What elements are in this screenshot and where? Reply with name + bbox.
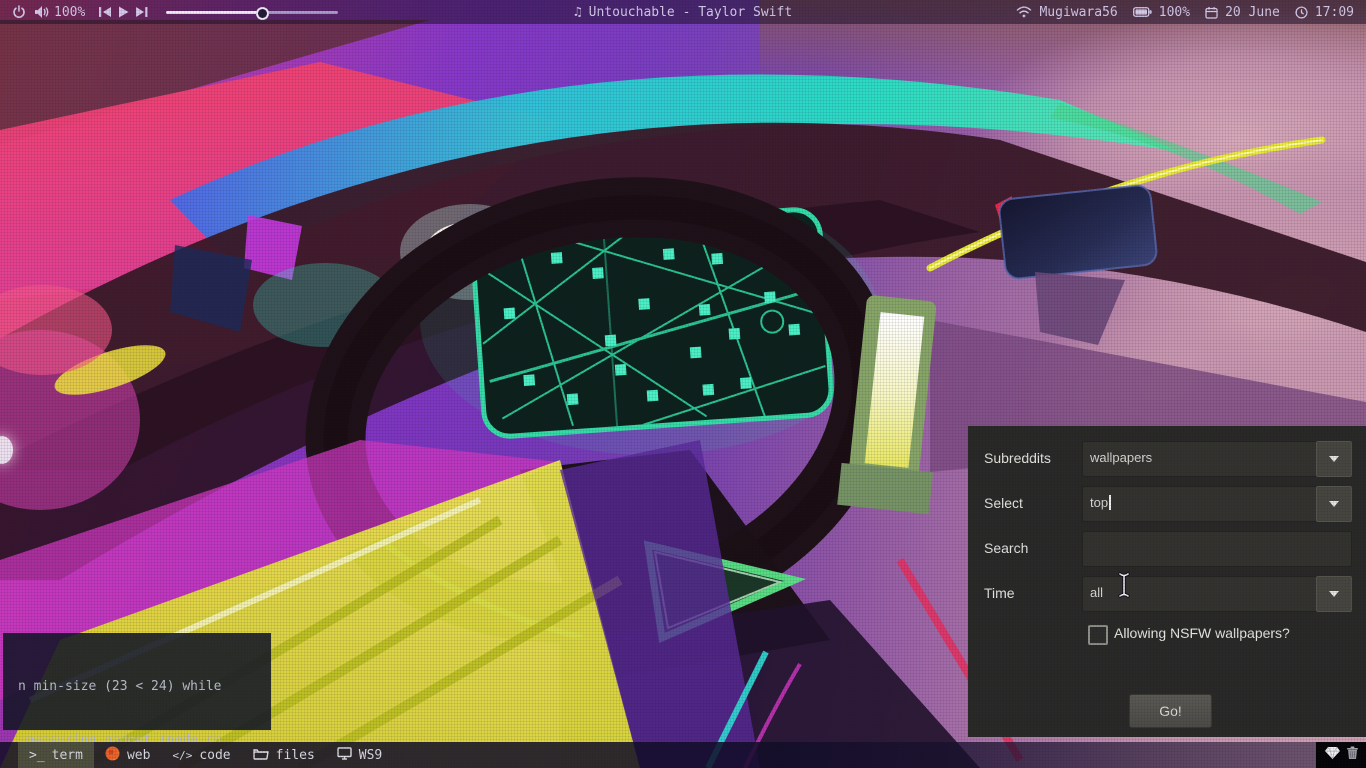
subreddits-dropdown-button[interactable] <box>1316 441 1352 477</box>
taskbar-item-label: WS9 <box>358 747 383 763</box>
search-label: Search <box>984 540 1029 556</box>
battery-icon <box>1132 7 1152 17</box>
taskbar-item-label: files <box>275 747 315 763</box>
now-playing-title: Untouchable - Taylor Swift <box>588 4 793 20</box>
time-value: all <box>1090 585 1104 600</box>
terminal-line: n min-size (23 < 24) while <box>18 679 222 694</box>
taskbar-item-label: term <box>51 747 83 763</box>
clock-icon[interactable] <box>1295 5 1308 19</box>
browser-icon <box>105 746 120 765</box>
terminal-overlay[interactable]: n min-size (23 < 24) while measuring gad… <box>3 633 271 748</box>
code-icon: </> <box>172 748 193 762</box>
monitor-icon <box>337 746 352 764</box>
battery-level: 100% <box>1158 4 1191 20</box>
gem-icon[interactable] <box>1324 746 1341 764</box>
taskbar-item-code[interactable]: </> code <box>161 742 241 768</box>
time-label: 17:09 <box>1314 4 1354 20</box>
subreddits-row: Subreddits wallpapers <box>968 441 1366 477</box>
top-status-bar: 100% ♫ Untouchable - Taylor Swift Mugiwa… <box>0 0 1366 24</box>
subreddits-combobox[interactable]: wallpapers <box>1082 441 1352 477</box>
taskbar-item-web[interactable]: web <box>94 742 161 768</box>
go-button[interactable]: Go! <box>1129 694 1212 728</box>
wifi-ssid: Mugiwara56 <box>1039 4 1118 20</box>
wifi-icon[interactable] <box>1016 6 1032 18</box>
nsfw-checkbox[interactable] <box>1088 625 1108 645</box>
taskbar: >_ term web </> code files WS9 <box>0 742 1366 768</box>
select-value: top <box>1090 495 1111 510</box>
search-input[interactable] <box>1082 531 1352 567</box>
chevron-down-icon <box>1329 501 1339 507</box>
terminal-prompt-icon: >_ <box>29 747 45 763</box>
subreddits-label: Subreddits <box>984 450 1051 466</box>
subreddits-value: wallpapers <box>1090 450 1153 465</box>
chevron-down-icon <box>1329 591 1339 597</box>
text-caret <box>1109 495 1111 510</box>
search-row: Search <box>968 531 1366 567</box>
nsfw-checkbox-label: Allowing NSFW wallpapers? <box>1114 625 1290 641</box>
taskbar-item-files[interactable]: files <box>242 742 326 768</box>
date-label: 20 June <box>1225 4 1280 20</box>
trash-icon[interactable] <box>1346 746 1359 764</box>
folder-icon <box>252 747 269 764</box>
mouse-ibeam-cursor <box>1118 572 1130 598</box>
select-label: Select <box>984 495 1023 511</box>
select-dropdown-button[interactable] <box>1316 486 1352 522</box>
taskbar-item-ws9[interactable]: WS9 <box>326 742 393 768</box>
taskbar-item-label: code <box>199 747 231 763</box>
desktop: 100% ♫ Untouchable - Taylor Swift Mugiwa… <box>0 0 1366 768</box>
music-note-icon: ♫ <box>573 4 582 20</box>
select-row: Select top <box>968 486 1366 522</box>
wallpaper-picker-dialog: Subreddits wallpapers Select top Search … <box>968 426 1366 737</box>
calendar-icon[interactable] <box>1205 6 1218 19</box>
system-tray <box>1316 742 1366 768</box>
taskbar-item-label: web <box>126 747 151 763</box>
time-filter-label: Time <box>984 585 1015 601</box>
select-combobox[interactable]: top <box>1082 486 1352 522</box>
chevron-down-icon <box>1329 456 1339 462</box>
taskbar-item-term[interactable]: >_ term <box>18 742 94 768</box>
time-row: Time all <box>968 576 1366 612</box>
time-dropdown-button[interactable] <box>1316 576 1352 612</box>
